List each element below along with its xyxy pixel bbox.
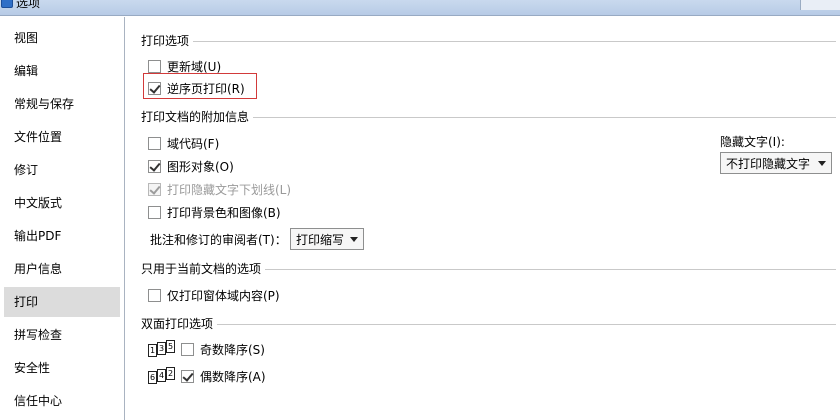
odd-pages-label: 奇数降序(S)	[200, 342, 265, 357]
field-codes-checkbox[interactable]	[148, 136, 161, 150]
section-title-extra-info: 打印文档的附加信息	[141, 110, 254, 124]
background-option[interactable]: 打印背景色和图像(B)	[148, 203, 281, 221]
options-category-list: 视图 编辑 常规与保存 文件位置 修订 中文版式 输出PDF 用户信息 打印 拼…	[0, 17, 125, 420]
background-checkbox[interactable]	[148, 205, 161, 219]
chevron-down-icon	[350, 237, 358, 242]
drawing-objects-option[interactable]: 图形对象(O)	[148, 157, 234, 175]
odd-pages-checkbox[interactable]	[181, 342, 194, 356]
close-button[interactable]	[800, 0, 840, 10]
sidebar-item-chinese-layout[interactable]: 中文版式	[4, 188, 120, 218]
hidden-text-select[interactable]: 不打印隐藏文字	[720, 152, 832, 174]
even-pages-checkbox[interactable]	[181, 369, 194, 383]
field-codes-label: 域代码(F)	[167, 136, 220, 151]
even-pages-label: 偶数降序(A)	[200, 369, 266, 384]
reverse-order-option[interactable]: 逆序页打印(R)	[148, 79, 245, 97]
sidebar-item-export-pdf[interactable]: 输出PDF	[4, 221, 120, 251]
app-icon	[1, 0, 13, 8]
hidden-text-underline-option: 打印隐藏文字下划线(L)	[148, 180, 291, 198]
odd-pages-option[interactable]: 1 3 5 奇数降序(S)	[148, 340, 265, 358]
even-pages-option[interactable]: 6 4 2 偶数降序(A)	[148, 367, 266, 385]
sidebar-item-file-locations[interactable]: 文件位置	[4, 122, 120, 152]
update-fields-label: 更新域(U)	[167, 59, 222, 74]
background-label: 打印背景色和图像(B)	[167, 205, 281, 220]
form-data-only-option[interactable]: 仅打印窗体域内容(P)	[148, 286, 280, 304]
sidebar-item-print[interactable]: 打印	[4, 287, 120, 317]
sidebar-item-trust-center[interactable]: 信任中心	[4, 386, 120, 416]
drawing-objects-checkbox[interactable]	[148, 159, 161, 173]
drawing-objects-label: 图形对象(O)	[167, 159, 234, 174]
field-codes-option[interactable]: 域代码(F)	[148, 134, 219, 152]
update-fields-checkbox[interactable]	[148, 59, 161, 73]
sidebar-item-edit[interactable]: 编辑	[4, 56, 120, 86]
hidden-text-underline-checkbox	[148, 182, 161, 196]
hidden-text-underline-label: 打印隐藏文字下划线(L)	[167, 182, 292, 197]
sidebar-item-general-save[interactable]: 常规与保存	[4, 89, 120, 119]
reviewer-label: 批注和修订的审阅者(T)：	[150, 232, 287, 247]
title-bar: 选项	[0, 0, 840, 16]
section-title-print-options: 打印选项	[141, 34, 194, 48]
reverse-order-label: 逆序页打印(R)	[167, 81, 245, 96]
form-data-only-label: 仅打印窗体域内容(P)	[167, 288, 280, 303]
section-title-duplex: 双面打印选项	[141, 317, 218, 331]
even-pages-icon: 6 4 2	[148, 367, 175, 384]
odd-pages-icon: 1 3 5	[148, 340, 175, 357]
form-data-only-checkbox[interactable]	[148, 288, 161, 302]
section-divider	[141, 41, 836, 42]
reviewer-row: 批注和修订的审阅者(T)：	[150, 230, 287, 248]
section-title-current-doc: 只用于当前文档的选项	[141, 262, 266, 276]
window-title: 选项	[16, 0, 41, 10]
sidebar-item-view[interactable]: 视图	[4, 23, 120, 53]
chevron-down-icon	[818, 161, 826, 166]
hidden-text-select-value: 不打印隐藏文字	[726, 156, 811, 171]
reviewer-select-value: 打印缩写	[296, 232, 345, 247]
sidebar-item-spell-check[interactable]: 拼写检查	[4, 320, 120, 350]
reverse-order-checkbox[interactable]	[148, 81, 161, 95]
section-divider	[141, 324, 836, 325]
print-options-panel: 打印选项 更新域(U) 逆序页打印(R) 打印文档的附加信息 域代码(F) 图形…	[126, 17, 840, 420]
hidden-text-row: 隐藏文字(I):	[720, 132, 785, 150]
reviewer-select[interactable]: 打印缩写	[290, 228, 364, 250]
sidebar-item-track-changes[interactable]: 修订	[4, 155, 120, 185]
hidden-text-label: 隐藏文字(I):	[720, 134, 785, 149]
sidebar-item-user-info[interactable]: 用户信息	[4, 254, 120, 284]
sidebar-item-security[interactable]: 安全性	[4, 353, 120, 383]
